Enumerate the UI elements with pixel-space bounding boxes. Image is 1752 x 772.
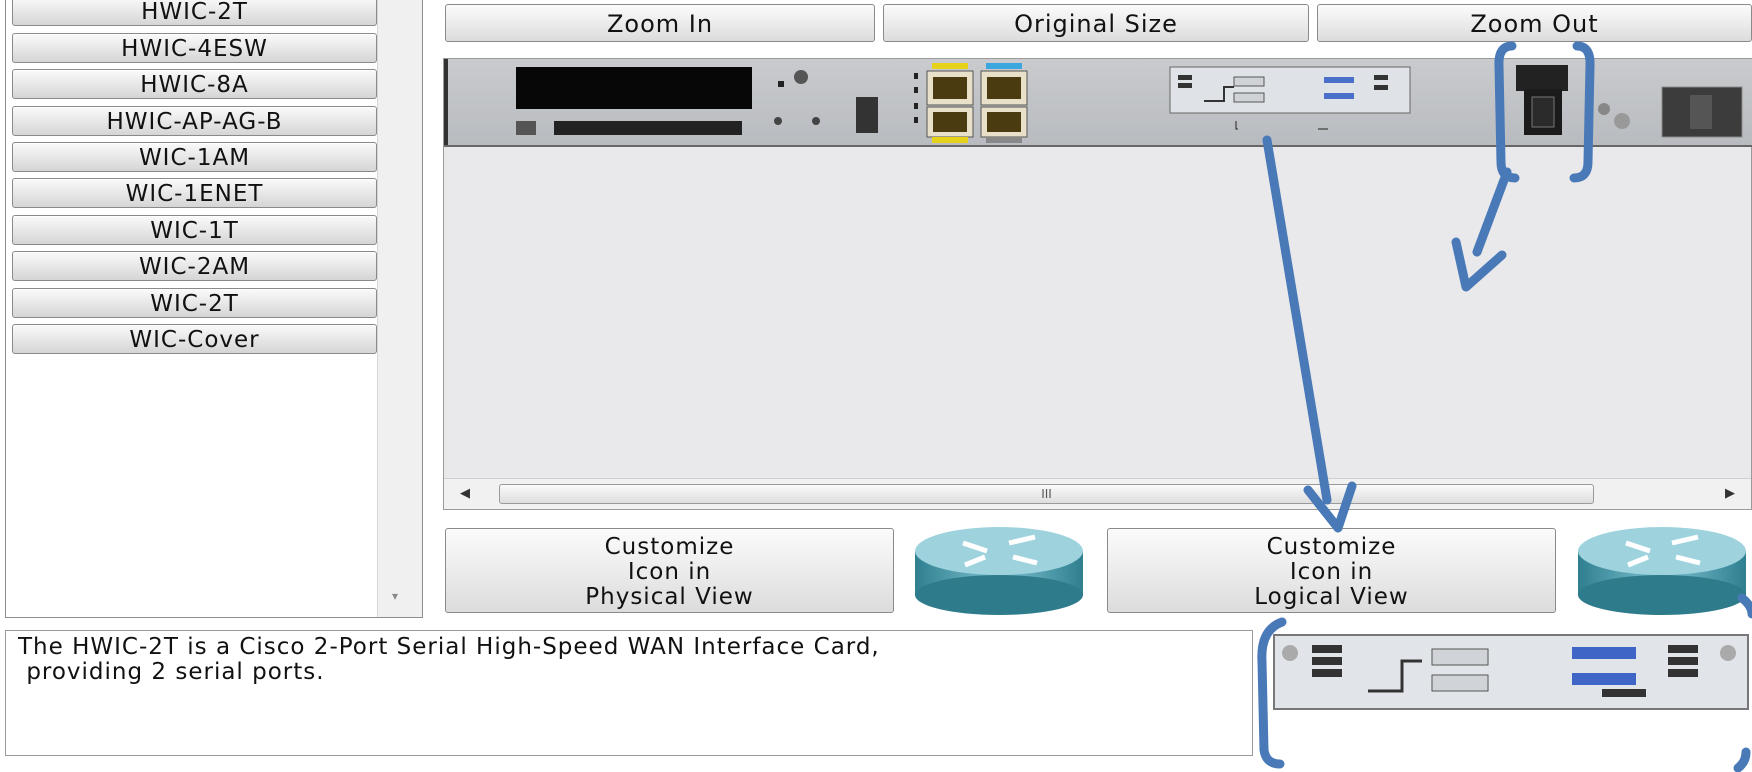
module-list-scrollbar[interactable]: ▾	[377, 0, 422, 617]
customize-logical-line-3: Logical View	[1254, 584, 1409, 610]
annotation-bracket-bottom-right-2	[1733, 747, 1751, 772]
customize-physical-line-3: Physical View	[585, 584, 754, 610]
scroll-down-icon[interactable]: ▾	[392, 589, 398, 603]
module-btn-1[interactable]: HWIC-4ESW	[12, 33, 377, 63]
module-list-panel: HWIC-2T HWIC-4ESW HWIC-8A HWIC-AP-AG-B W…	[5, 0, 423, 618]
zoom-in-button[interactable]: Zoom In	[445, 4, 875, 42]
customize-physical-line-2: Icon in	[627, 559, 712, 585]
customize-physical-line-1: Customize	[604, 534, 735, 560]
module-btn-2[interactable]: HWIC-8A	[12, 69, 377, 99]
customize-logical-icon-button[interactable]: Customize Icon in Logical View	[1107, 528, 1556, 613]
module-btn-6[interactable]: WIC-1T	[12, 215, 377, 245]
module-description: The HWIC-2T is a Cisco 2-Port Serial Hig…	[5, 630, 1253, 756]
module-btn-8[interactable]: WIC-2T	[12, 288, 377, 318]
module-btn-0[interactable]: HWIC-2T	[12, 0, 377, 26]
horizontal-scrollbar[interactable]: ◀ III ▶	[444, 478, 1751, 509]
module-btn-7[interactable]: WIC-2AM	[12, 251, 377, 281]
scroll-right-icon[interactable]: ▶	[1725, 486, 1735, 501]
module-btn-5[interactable]: WIC-1ENET	[12, 178, 377, 208]
customize-logical-line-2: Icon in	[1289, 559, 1374, 585]
module-btn-3[interactable]: HWIC-AP-AG-B	[12, 106, 377, 136]
router-chassis	[444, 59, 1752, 147]
router-physical-icon	[915, 527, 1083, 615]
scrollbar-thumb[interactable]: III	[499, 484, 1594, 504]
module-btn-9[interactable]: WIC-Cover	[12, 324, 377, 354]
original-size-button[interactable]: Original Size	[883, 4, 1309, 42]
customize-physical-icon-button[interactable]: Customize Icon in Physical View	[445, 528, 894, 613]
scroll-left-icon[interactable]: ◀	[460, 486, 470, 501]
zoom-out-button[interactable]: Zoom Out	[1317, 4, 1752, 42]
physical-device-view[interactable]: ◀ III ▶	[443, 58, 1752, 510]
router-logical-icon	[1578, 527, 1746, 615]
customize-logical-line-1: Customize	[1266, 534, 1397, 560]
hwic-2t-module-image	[1273, 634, 1749, 710]
module-btn-4[interactable]: WIC-1AM	[12, 142, 377, 172]
